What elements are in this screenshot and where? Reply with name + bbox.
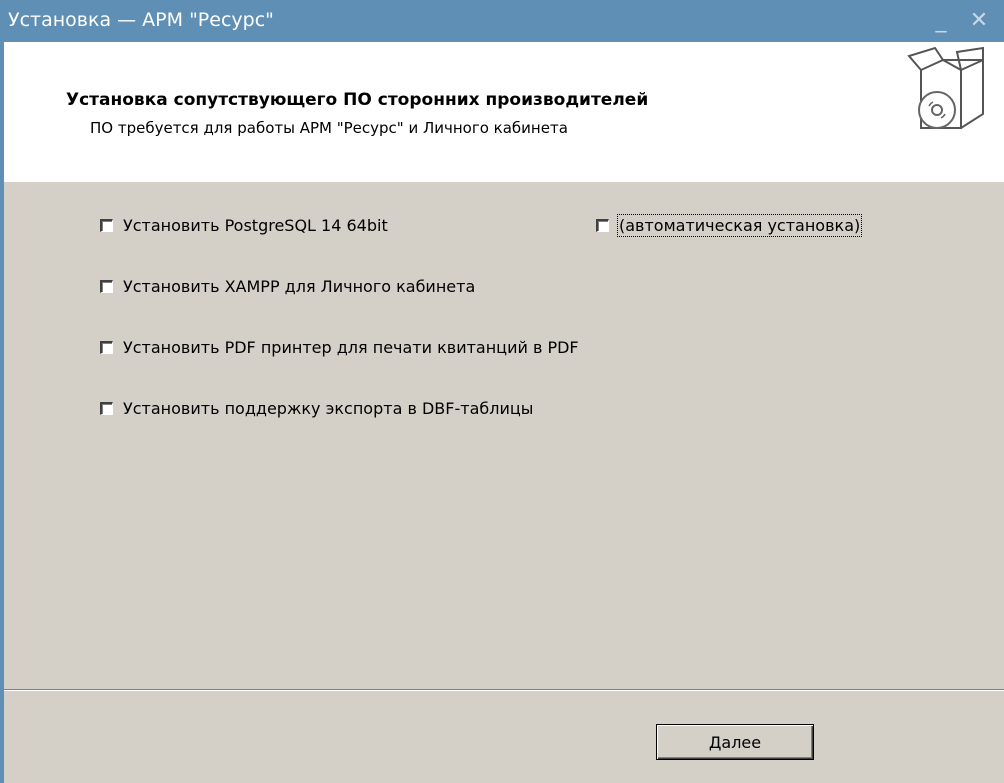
option-label: (автоматическая установка) bbox=[616, 213, 863, 237]
option-label: Установить XAMPP для Личного кабинета bbox=[123, 276, 476, 296]
title-bar[interactable]: Установка — АРМ "Ресурс" _ ✕ bbox=[4, 0, 1004, 42]
option-auto-install[interactable]: (автоматическая установка) bbox=[596, 213, 863, 237]
page-subtitle: ПО требуется для работы АРМ "Ресурс" и Л… bbox=[90, 119, 568, 137]
option-postgresql[interactable]: Установить PostgreSQL 14 64bit bbox=[100, 214, 388, 236]
header-divider bbox=[4, 181, 1004, 182]
checkbox[interactable] bbox=[596, 218, 609, 232]
minimize-button[interactable]: _ bbox=[924, 4, 958, 38]
checkbox[interactable] bbox=[100, 218, 113, 232]
option-label: Установить PostgreSQL 14 64bit bbox=[123, 215, 388, 235]
installer-window: Установка — АРМ "Ресурс" _ ✕ Установка с… bbox=[0, 0, 1004, 783]
checkbox[interactable] bbox=[100, 401, 113, 415]
option-label: Установить PDF принтер для печати квитан… bbox=[123, 337, 579, 357]
wizard-header: Установка сопутствующего ПО сторонних пр… bbox=[4, 42, 1004, 182]
box-with-disc-icon bbox=[907, 46, 984, 129]
checkbox[interactable] bbox=[100, 279, 113, 293]
next-button-label: алее bbox=[721, 732, 762, 752]
close-button[interactable]: ✕ bbox=[962, 4, 996, 38]
window-title: Установка — АРМ "Ресурс" bbox=[8, 9, 274, 31]
checkbox[interactable] bbox=[100, 340, 113, 354]
option-label: Установить поддержку экспорта в DBF-табл… bbox=[123, 398, 534, 418]
option-pdf-printer[interactable]: Установить PDF принтер для печати квитан… bbox=[100, 336, 579, 358]
next-button[interactable]: Далее bbox=[656, 724, 814, 760]
next-button-accel: Д bbox=[708, 732, 722, 752]
page-title: Установка сопутствующего ПО сторонних пр… bbox=[66, 90, 649, 110]
option-xampp[interactable]: Установить XAMPP для Личного кабинета bbox=[100, 275, 475, 297]
option-dbf-export[interactable]: Установить поддержку экспорта в DBF-табл… bbox=[100, 397, 533, 419]
